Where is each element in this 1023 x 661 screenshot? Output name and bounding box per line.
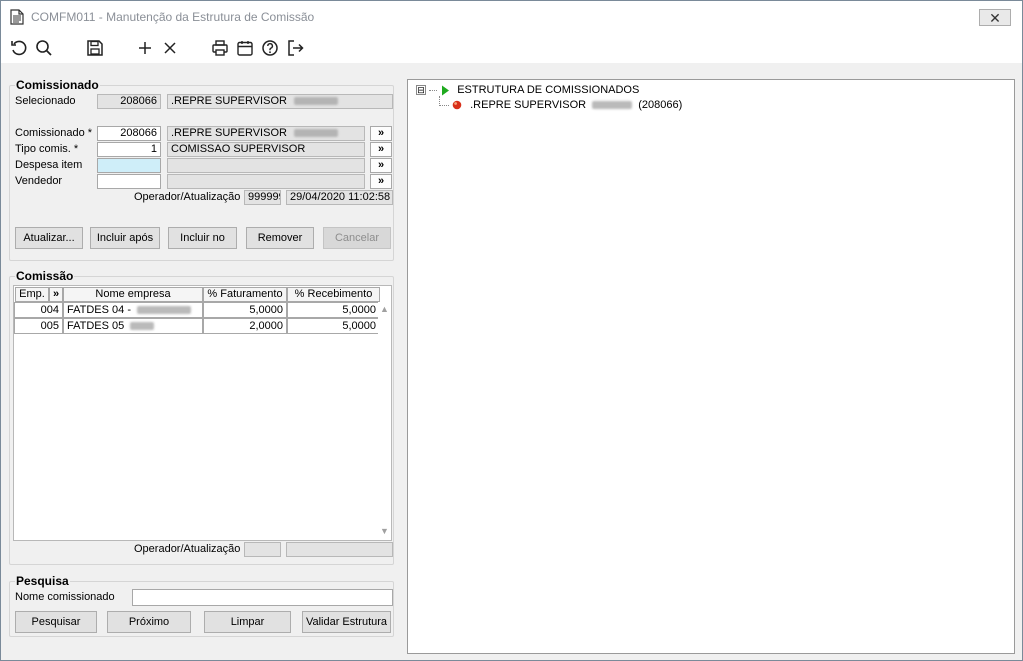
close-button[interactable]: ✕ bbox=[979, 9, 1011, 26]
comissao-grid: Emp. » Nome empresa % Faturamento % Rece… bbox=[13, 285, 392, 541]
nome-comissionado-input[interactable] bbox=[132, 589, 393, 606]
play-arrow-icon bbox=[442, 85, 450, 96]
tree-connector bbox=[429, 89, 438, 91]
exit-icon[interactable] bbox=[285, 38, 305, 58]
title-bar: COMFM011 - Manutenção da Estrutura de Co… bbox=[1, 1, 1022, 33]
row1-faturamento-cell[interactable]: 5,0000 bbox=[203, 302, 287, 318]
redacted-text bbox=[294, 129, 339, 138]
comissionado-name-text: .REPRE SUPERVISOR bbox=[171, 127, 287, 139]
tree-root-label: ESTRUTURA DE COMISSIONADOS bbox=[457, 84, 640, 96]
row1-nome-text: FATDES 04 - bbox=[67, 304, 131, 316]
redacted-text bbox=[592, 101, 633, 110]
calendar-icon[interactable] bbox=[235, 38, 255, 58]
delete-icon[interactable] bbox=[160, 38, 180, 58]
redacted-text bbox=[294, 97, 339, 106]
nome-comissionado-label: Nome comissionado bbox=[15, 591, 115, 603]
estrutura-tree[interactable]: ⊟ ESTRUTURA DE COMISSIONADOS .REPRE SUPE… bbox=[407, 79, 1015, 654]
comissionado-lookup-button[interactable]: » bbox=[370, 126, 392, 141]
tree-child-node[interactable]: .REPRE SUPERVISOR (208066) bbox=[439, 99, 682, 112]
scroll-up-icon[interactable]: ▲ bbox=[380, 304, 389, 314]
row1-emp-cell[interactable]: 004 bbox=[14, 302, 63, 318]
selecionado-label: Selecionado bbox=[15, 95, 76, 107]
scroll-down-icon[interactable]: ▼ bbox=[380, 526, 389, 536]
row2-nome-cell[interactable]: FATDES 05 bbox=[63, 318, 203, 334]
comissionado-name-field: .REPRE SUPERVISOR bbox=[167, 126, 365, 141]
incluir-apos-button[interactable]: Incluir após bbox=[90, 227, 160, 249]
close-icon: ✕ bbox=[989, 9, 1001, 26]
limpar-button[interactable]: Limpar bbox=[204, 611, 291, 633]
column-header-lookup[interactable]: » bbox=[49, 287, 63, 302]
proximo-button[interactable]: Próximo bbox=[107, 611, 191, 633]
despesa-item-name-field bbox=[167, 158, 365, 173]
tree-child-label-suffix: (208066) bbox=[638, 99, 683, 111]
column-header-emp[interactable]: Emp. bbox=[15, 287, 49, 302]
selecionado-name-field: .REPRE SUPERVISOR bbox=[167, 94, 393, 109]
comissao-operador-field bbox=[244, 542, 281, 557]
despesa-item-code-input[interactable] bbox=[97, 158, 161, 173]
tipo-comis-code-input[interactable]: 1 bbox=[97, 142, 161, 157]
column-header-faturamento[interactable]: % Faturamento bbox=[203, 287, 287, 302]
atualizacao-field: 29/04/2020 11:02:58 bbox=[286, 190, 393, 205]
add-icon[interactable] bbox=[135, 38, 155, 58]
tipo-comis-lookup-button[interactable]: » bbox=[370, 142, 392, 157]
atualizar-button[interactable]: Atualizar... bbox=[15, 227, 83, 249]
red-dot-icon bbox=[452, 100, 462, 110]
print-icon[interactable] bbox=[210, 38, 230, 58]
cancelar-button[interactable]: Cancelar bbox=[323, 227, 391, 249]
row2-nome-text: FATDES 05 bbox=[67, 320, 125, 332]
row1-nome-cell[interactable]: FATDES 04 - bbox=[63, 302, 203, 318]
row2-recebimento-cell[interactable]: 5,0000 bbox=[287, 318, 380, 334]
pesquisar-button[interactable]: Pesquisar bbox=[15, 611, 97, 633]
row1-recebimento-cell[interactable]: 5,0000 bbox=[287, 302, 380, 318]
column-header-recebimento[interactable]: % Recebimento bbox=[287, 287, 380, 302]
tree-root-node[interactable]: ⊟ ESTRUTURA DE COMISSIONADOS bbox=[416, 84, 639, 97]
comissionado-code-input[interactable]: 208066 bbox=[97, 126, 161, 141]
pesquisa-legend: Pesquisa bbox=[15, 574, 70, 588]
help-icon[interactable] bbox=[260, 38, 280, 58]
operador-field: 999999 bbox=[244, 190, 281, 205]
redacted-text bbox=[137, 306, 192, 315]
selecionado-name-text: .REPRE SUPERVISOR bbox=[171, 95, 287, 107]
row2-emp-cell[interactable]: 005 bbox=[14, 318, 63, 334]
validar-estrutura-button[interactable]: Validar Estrutura bbox=[302, 611, 391, 633]
tipo-comis-name-field: COMISSAO SUPERVISOR bbox=[167, 142, 365, 157]
comissao-operador-label: Operador/Atualização bbox=[134, 543, 241, 555]
comissionado-label: Comissionado * bbox=[15, 127, 93, 139]
tipo-comis-label: Tipo comis. * bbox=[15, 143, 79, 155]
operador-atualizacao-label: Operador/Atualização bbox=[134, 191, 241, 203]
window-title: COMFM011 - Manutenção da Estrutura de Co… bbox=[31, 10, 315, 24]
grid-scrollbar[interactable]: ▲ ▼ bbox=[378, 302, 390, 538]
remover-button[interactable]: Remover bbox=[246, 227, 314, 249]
vendedor-name-field bbox=[167, 174, 365, 189]
redacted-text bbox=[130, 322, 155, 331]
vendedor-code-input[interactable] bbox=[97, 174, 161, 189]
selecionado-code-field: 208066 bbox=[97, 94, 161, 109]
search-icon[interactable] bbox=[34, 38, 54, 58]
main-window: COMFM011 - Manutenção da Estrutura de Co… bbox=[0, 0, 1023, 661]
comissao-atualizacao-field bbox=[286, 542, 393, 557]
column-header-nome-empresa[interactable]: Nome empresa bbox=[63, 287, 203, 302]
vendedor-lookup-button[interactable]: » bbox=[370, 174, 392, 189]
incluir-no-button[interactable]: Incluir no bbox=[168, 227, 237, 249]
row2-faturamento-cell[interactable]: 2,0000 bbox=[203, 318, 287, 334]
document-icon bbox=[10, 9, 24, 25]
toolbar bbox=[1, 33, 1022, 63]
vendedor-label: Vendedor bbox=[15, 175, 63, 187]
comissao-legend: Comissão bbox=[15, 269, 75, 283]
collapse-icon[interactable]: ⊟ bbox=[416, 85, 426, 96]
despesa-item-lookup-button[interactable]: » bbox=[370, 158, 392, 173]
save-icon[interactable] bbox=[85, 38, 105, 58]
tree-connector bbox=[439, 104, 449, 106]
despesa-item-label: Despesa item bbox=[15, 159, 83, 171]
refresh-icon[interactable] bbox=[9, 38, 29, 58]
tree-child-label-prefix: .REPRE SUPERVISOR bbox=[470, 99, 587, 111]
comissionado-legend: Comissionado bbox=[15, 78, 100, 92]
